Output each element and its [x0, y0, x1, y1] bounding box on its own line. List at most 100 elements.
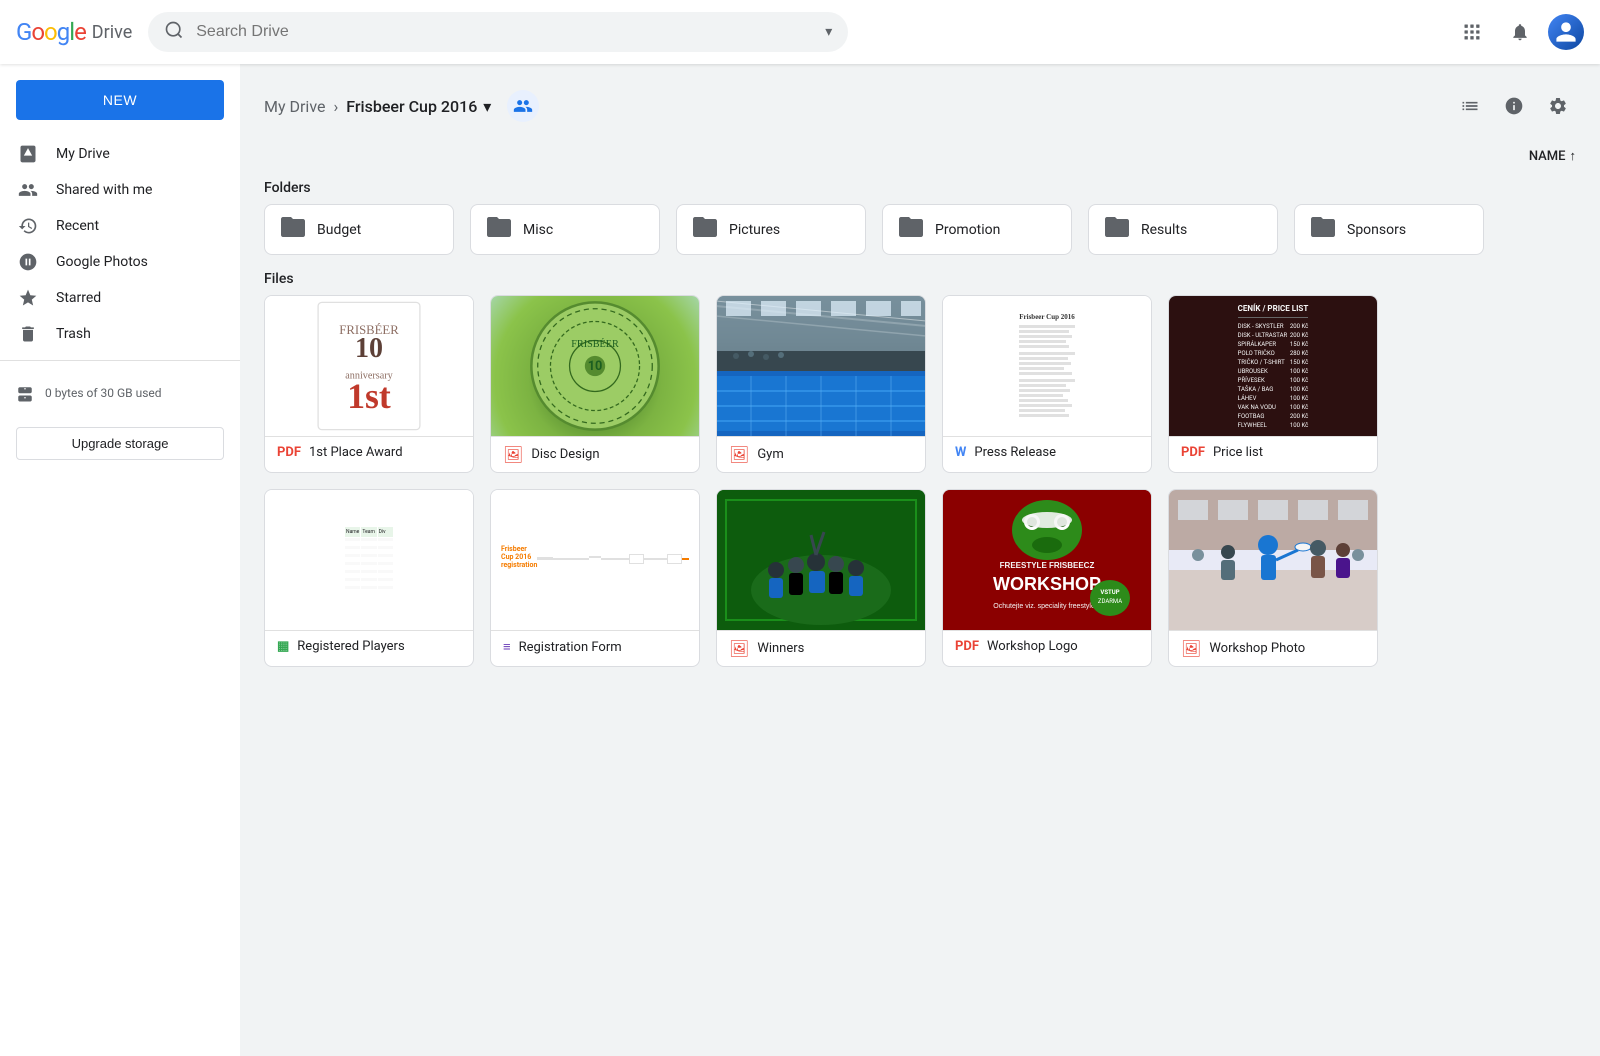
folder-sponsors[interactable]: Sponsors: [1294, 204, 1484, 255]
main-content: My Drive › Frisbeer Cup 2016 ▾: [240, 64, 1600, 691]
starred-icon: [16, 288, 40, 308]
info-button[interactable]: [1496, 88, 1532, 124]
header-actions: [1452, 12, 1584, 52]
file-name-registered-players: Registered Players: [297, 639, 404, 654]
file-info-registered-players: ▦ Registered Players: [265, 630, 473, 662]
file-gym[interactable]: 🖼 Gym: [716, 295, 926, 473]
breadcrumb: My Drive › Frisbeer Cup 2016 ▾: [264, 88, 1576, 124]
sidebar-item-starred[interactable]: Starred: [0, 280, 224, 316]
svg-text:Ochutejte viz. speciality free: Ochutejte viz. speciality freestyle...: [993, 603, 1100, 610]
folders-grid: Budget Misc Pictures: [264, 204, 1576, 255]
notifications-button[interactable]: [1500, 12, 1540, 52]
breadcrumb-dropdown-icon[interactable]: ▾: [483, 97, 491, 116]
pdf-icon-1st-place: PDF: [277, 445, 301, 460]
folder-budget[interactable]: Budget: [264, 204, 454, 255]
google-drive-logo[interactable]: Google Drive: [16, 18, 132, 46]
file-info-workshop-photo: 🖼 Workshop Photo: [1169, 630, 1377, 666]
settings-button[interactable]: [1540, 88, 1576, 124]
folder-misc[interactable]: Misc: [470, 204, 660, 255]
file-thumbnail-price-list: CENÍK / PRICE LIST DISK - SKYSTLER200 Kč…: [1169, 296, 1377, 436]
search-input[interactable]: [196, 23, 817, 41]
file-thumbnail-winners: [717, 490, 925, 630]
sidebar-item-trash[interactable]: Trash: [0, 316, 224, 352]
folder-name-budget: Budget: [317, 222, 361, 238]
sidebar-item-shared-with-me[interactable]: Shared with me: [0, 172, 224, 208]
shared-with-me-icon: [16, 180, 40, 200]
file-thumbnail-registered-players: NameTeamDiv: [265, 490, 473, 630]
file-price-list[interactable]: CENÍK / PRICE LIST DISK - SKYSTLER200 Kč…: [1168, 295, 1378, 473]
folders-section-label: Folders: [264, 180, 1576, 196]
folder-name-promotion: Promotion: [935, 222, 1000, 238]
file-info-1st-place-award: PDF 1st Place Award: [265, 436, 473, 468]
files-grid: FRISBÉER 10 anniversary 1st PDF 1st Plac…: [264, 295, 1576, 667]
new-button[interactable]: NEW: [16, 80, 224, 120]
file-workshop-photo[interactable]: 🖼 Workshop Photo: [1168, 489, 1378, 667]
upgrade-storage-button[interactable]: Upgrade storage: [16, 427, 224, 460]
user-avatar[interactable]: [1548, 14, 1584, 50]
file-name-workshop-logo: Workshop Logo: [987, 639, 1078, 654]
sidebar-item-my-drive[interactable]: My Drive: [0, 136, 224, 172]
file-info-press-release: W Press Release: [943, 436, 1151, 468]
file-press-release[interactable]: Frisbeer Cup 2016: [942, 295, 1152, 473]
file-thumbnail-gym: [717, 296, 925, 436]
file-thumbnail-disc-design: FRISBÉER 10: [491, 296, 699, 436]
svg-text:VSTUP: VSTUP: [1100, 589, 1119, 596]
folder-promotion[interactable]: Promotion: [882, 204, 1072, 255]
file-info-disc-design: 🖼 Disc Design: [491, 436, 699, 472]
svg-text:10: 10: [588, 359, 603, 374]
file-name-workshop-photo: Workshop Photo: [1209, 641, 1305, 656]
folder-icon-pictures: [693, 217, 717, 242]
my-drive-icon: [16, 144, 40, 164]
breadcrumb-current: Frisbeer Cup 2016 ▾: [346, 97, 491, 116]
file-name-1st-place-award: 1st Place Award: [309, 445, 403, 460]
starred-label: Starred: [56, 290, 101, 306]
file-thumbnail-press-release: Frisbeer Cup 2016: [943, 296, 1151, 436]
svg-text:10: 10: [355, 333, 383, 364]
search-dropdown-icon[interactable]: ▾: [825, 24, 832, 40]
sort-name-button[interactable]: NAME ↑: [1529, 148, 1576, 164]
breadcrumb-actions: [1452, 88, 1576, 124]
breadcrumb-separator: ›: [333, 97, 338, 116]
recent-icon: [16, 216, 40, 236]
file-thumbnail-1st-place-award: FRISBÉER 10 anniversary 1st: [265, 296, 473, 436]
sidebar-item-recent[interactable]: Recent: [0, 208, 224, 244]
folder-icon-results: [1105, 217, 1129, 242]
folder-results[interactable]: Results: [1088, 204, 1278, 255]
sidebar-item-google-photos[interactable]: Google Photos: [0, 244, 224, 280]
google-logo-text: Google: [16, 18, 86, 46]
image-icon-workshop-photo: 🖼: [1181, 639, 1201, 658]
search-icon: [164, 20, 184, 44]
file-registered-players[interactable]: NameTeamDiv: [264, 489, 474, 667]
file-info-gym: 🖼 Gym: [717, 436, 925, 472]
folder-pictures[interactable]: Pictures: [676, 204, 866, 255]
svg-text:WORKSHOP: WORKSHOP: [993, 574, 1101, 594]
doc-icon-registration-form: ≡: [503, 639, 511, 655]
file-1st-place-award[interactable]: FRISBÉER 10 anniversary 1st PDF 1st Plac…: [264, 295, 474, 473]
sort-direction-icon: ↑: [1570, 148, 1577, 164]
shared-folder-icon[interactable]: [507, 90, 539, 122]
folder-icon-budget: [281, 217, 305, 242]
image-icon-winners: 🖼: [729, 639, 749, 658]
apps-grid-button[interactable]: [1452, 12, 1492, 52]
list-view-button[interactable]: [1452, 88, 1488, 124]
folder-icon-promotion: [899, 217, 923, 242]
shared-with-me-label: Shared with me: [56, 182, 152, 198]
file-registration-form[interactable]: Frisbeer Cup 2016 registration: [490, 489, 700, 667]
header: Google Drive ▾: [0, 0, 1600, 64]
file-info-workshop-logo: PDF Workshop Logo: [943, 630, 1151, 662]
file-name-press-release: Press Release: [974, 445, 1056, 460]
breadcrumb-parent[interactable]: My Drive: [264, 97, 325, 116]
image-icon-disc-design: 🖼: [503, 445, 523, 464]
file-name-registration-form: Registration Form: [519, 640, 622, 655]
file-name-gym: Gym: [757, 447, 783, 462]
file-winners[interactable]: 🖼 Winners: [716, 489, 926, 667]
file-thumbnail-workshop-photo: [1169, 490, 1377, 630]
file-workshop-logo[interactable]: FREESTYLE FRISBEECZ WORKSHOP Ochutejte v…: [942, 489, 1152, 667]
file-disc-design[interactable]: FRISBÉER 10 🖼 Disc Design: [490, 295, 700, 473]
file-info-registration-form: ≡ Registration Form: [491, 630, 699, 663]
file-info-price-list: PDF Price list: [1169, 436, 1377, 468]
folder-name-misc: Misc: [523, 222, 553, 238]
folder-icon-sponsors: [1311, 217, 1335, 242]
sort-header: NAME ↑: [264, 148, 1576, 164]
svg-text:FRISBÉER: FRISBÉER: [571, 338, 619, 350]
